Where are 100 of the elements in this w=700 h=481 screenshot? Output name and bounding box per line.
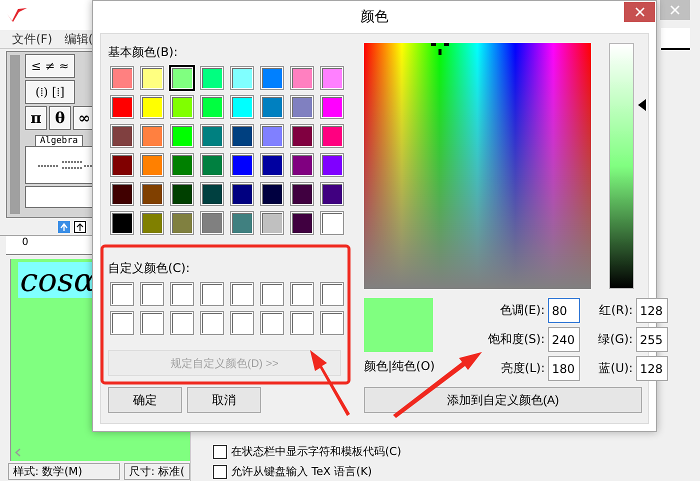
custom-color-swatch[interactable]	[201, 283, 223, 305]
palette-button[interactable]: ≤ ≠ ≈	[25, 54, 75, 78]
color-swatch[interactable]	[261, 96, 283, 118]
color-swatch[interactable]	[321, 125, 343, 147]
color-swatch[interactable]	[201, 67, 223, 89]
color-swatch[interactable]	[111, 125, 133, 147]
color-swatch[interactable]	[171, 67, 193, 89]
menu-item[interactable]: 文件(F)	[12, 30, 52, 48]
color-swatch[interactable]	[261, 212, 283, 234]
color-swatch[interactable]	[111, 183, 133, 205]
custom-color-swatch[interactable]	[321, 312, 343, 334]
luminance-bar[interactable]	[608, 43, 634, 289]
basic-colors-label: 基本颜色(B):	[108, 44, 179, 61]
custom-color-swatch[interactable]	[141, 312, 163, 334]
custom-color-swatch[interactable]	[171, 283, 193, 305]
custom-color-swatch[interactable]	[321, 283, 343, 305]
field-label: 蓝(U):	[598, 360, 633, 377]
color-swatch[interactable]	[261, 67, 283, 89]
custom-color-swatch[interactable]	[291, 283, 313, 305]
custom-colors-label: 自定义颜色(C):	[108, 260, 191, 277]
custom-color-swatch[interactable]	[171, 312, 193, 334]
field-label: 红(R):	[598, 302, 633, 319]
number-field[interactable]: 180	[548, 356, 580, 381]
arrow-up-icon[interactable]	[74, 221, 86, 233]
color-swatch[interactable]	[141, 154, 163, 176]
color-swatch[interactable]	[231, 125, 253, 147]
palette-button[interactable]: θ	[49, 106, 71, 130]
color-swatch[interactable]	[201, 212, 223, 234]
color-swatch[interactable]	[321, 67, 343, 89]
crosshair-icon[interactable]	[430, 43, 449, 55]
color-spectrum[interactable]	[364, 43, 591, 289]
color-swatch[interactable]	[171, 154, 193, 176]
color-swatch[interactable]	[201, 96, 223, 118]
color-swatch[interactable]	[261, 154, 283, 176]
checkbox[interactable]	[213, 464, 227, 478]
color-swatch[interactable]	[321, 183, 343, 205]
custom-color-swatch[interactable]	[291, 312, 313, 334]
custom-color-swatch[interactable]	[141, 283, 163, 305]
color-swatch[interactable]	[231, 212, 253, 234]
number-field[interactable]: 255	[636, 327, 668, 352]
menu-item[interactable]: 编辑(	[64, 30, 93, 48]
palette-button[interactable]: (⁞) [⁞]	[25, 80, 75, 104]
color-swatch[interactable]	[201, 125, 223, 147]
close-button[interactable]	[624, 2, 655, 22]
color-swatch[interactable]	[291, 183, 313, 205]
custom-color-swatch[interactable]	[261, 312, 283, 334]
palette-tab[interactable]: Algebra	[35, 135, 83, 146]
custom-color-swatch[interactable]	[231, 283, 253, 305]
checkbox-label: 允许从键盘输入 TeX 语言(K)	[231, 464, 372, 479]
color-swatch[interactable]	[141, 125, 163, 147]
number-field[interactable]: 80	[548, 298, 580, 323]
color-swatch[interactable]	[111, 154, 133, 176]
palette-button[interactable]: π	[25, 106, 47, 130]
color-swatch[interactable]	[111, 96, 133, 118]
color-swatch[interactable]	[171, 96, 193, 118]
color-swatch[interactable]	[321, 212, 343, 234]
color-swatch[interactable]	[321, 96, 343, 118]
color-swatch[interactable]	[171, 212, 193, 234]
custom-color-swatch[interactable]	[201, 312, 223, 334]
custom-color-swatch[interactable]	[261, 283, 283, 305]
color-swatch[interactable]	[141, 67, 163, 89]
add-to-custom-colors-button[interactable]: 添加到自定义颜色(A)	[364, 387, 642, 413]
field-label: 色调(E):	[498, 302, 545, 319]
color-swatch[interactable]	[141, 212, 163, 234]
color-swatch[interactable]	[291, 67, 313, 89]
color-swatch[interactable]	[171, 125, 193, 147]
close-icon	[670, 5, 680, 15]
color-swatch[interactable]	[321, 154, 343, 176]
color-swatch[interactable]	[291, 96, 313, 118]
number-field[interactable]: 240	[548, 327, 580, 352]
color-swatch[interactable]	[261, 125, 283, 147]
color-swatch[interactable]	[111, 212, 133, 234]
color-swatch[interactable]	[111, 67, 133, 89]
slider-arrow-icon[interactable]	[638, 98, 646, 110]
color-swatch[interactable]	[141, 96, 163, 118]
color-swatch[interactable]	[261, 183, 283, 205]
scrollbar[interactable]	[10, 55, 20, 214]
color-swatch[interactable]	[231, 96, 253, 118]
cancel-button[interactable]: 取消	[187, 387, 261, 413]
color-swatch[interactable]	[201, 154, 223, 176]
color-swatch[interactable]	[291, 125, 313, 147]
field-label: 亮度(L):	[500, 360, 545, 377]
custom-color-swatch[interactable]	[231, 312, 253, 334]
close-icon	[634, 7, 644, 17]
color-swatch[interactable]	[231, 67, 253, 89]
color-swatch[interactable]	[231, 183, 253, 205]
number-field[interactable]: 128	[636, 356, 668, 381]
color-swatch[interactable]	[291, 212, 313, 234]
field-label: 绿(G):	[597, 331, 633, 348]
color-swatch[interactable]	[201, 183, 223, 205]
annotation-arrow	[310, 350, 350, 416]
number-field[interactable]: 128	[636, 298, 668, 323]
color-swatch[interactable]	[171, 183, 193, 205]
color-swatch[interactable]	[231, 154, 253, 176]
color-swatch[interactable]	[141, 183, 163, 205]
custom-color-swatch[interactable]	[111, 283, 133, 305]
custom-color-swatch[interactable]	[111, 312, 133, 334]
checkbox[interactable]	[213, 444, 227, 458]
ok-button[interactable]: 确定	[108, 387, 182, 413]
color-swatch[interactable]	[291, 154, 313, 176]
